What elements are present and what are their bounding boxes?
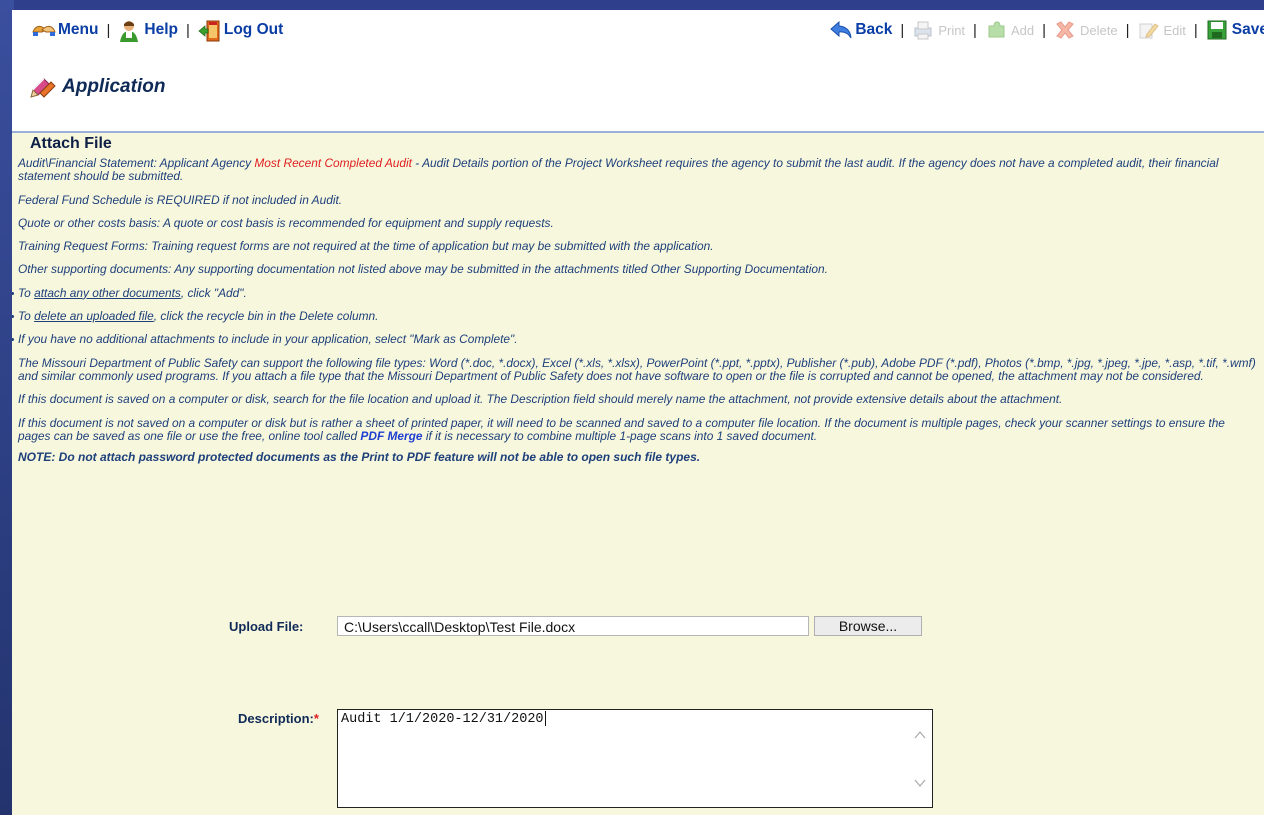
printer-icon <box>912 20 934 40</box>
exit-door-icon <box>198 20 220 42</box>
logout-label: Log Out <box>223 21 284 38</box>
print-label: Print <box>938 22 966 38</box>
audit-instruction: Audit\Financial Statement: Applicant Age… <box>18 156 1258 184</box>
other-docs-instruction: Other supporting documents: Any supporti… <box>18 262 828 277</box>
toolbar-separator: | <box>1042 21 1046 39</box>
upload-file-label: Upload File: <box>229 619 304 634</box>
toolbar: Menu | Help | Log Out Back | Print | Add… <box>12 10 1264 50</box>
toolbar-separator: | <box>185 21 190 39</box>
edit-pencil-icon <box>1137 20 1160 40</box>
delete-x-icon <box>1054 20 1076 40</box>
logout-button[interactable]: Log Out <box>198 20 284 42</box>
scan-instruction: If this document is not saved on a compu… <box>18 416 1258 444</box>
menu-button[interactable]: Menu <box>32 20 98 40</box>
bullet-delete-prefix: To <box>18 309 35 324</box>
bullet-add: To attach any other documents, click "Ad… <box>12 285 1258 300</box>
quote-instruction: Quote or other costs basis: A quote or c… <box>18 215 554 230</box>
help-person-icon <box>118 20 140 42</box>
toolbar-separator: | <box>1193 21 1198 39</box>
add-puzzle-icon <box>985 20 1007 40</box>
instructions: Audit\Financial Statement: Applicant Age… <box>12 156 1258 474</box>
save-floppy-icon <box>1206 20 1228 40</box>
toolbar-separator: | <box>973 21 977 39</box>
browse-button[interactable]: Browse... <box>814 616 922 636</box>
page-heading: Application <box>30 76 165 98</box>
file-types-instruction: The Missouri Department of Public Safety… <box>18 355 1256 383</box>
toolbar-separator: | <box>900 21 905 39</box>
back-label: Back <box>855 21 893 38</box>
audit-highlight-text: Most Recent Completed Audit <box>254 156 412 170</box>
toolbar-separator: | <box>1125 21 1130 39</box>
edit-label: Edit <box>1163 22 1186 38</box>
audit-prefix-text: Audit\Financial Statement: Applicant Age… <box>18 156 255 170</box>
print-button[interactable]: Print <box>912 20 965 40</box>
save-label: Save <box>1231 21 1264 38</box>
toolbar-right-group: Back | Print | Add | Delete | Edit | Sav… <box>829 20 1264 40</box>
training-instruction: Training Request Forms: Training request… <box>18 239 714 254</box>
back-arrow-icon <box>829 20 852 40</box>
description-label-group: Description:* <box>238 711 319 726</box>
password-note: NOTE: Do not attach password protected d… <box>18 450 701 465</box>
scroll-down-icon[interactable] <box>914 778 926 788</box>
pdf-merge-link[interactable]: PDF Merge <box>360 429 422 443</box>
help-label: Help <box>144 21 178 38</box>
page-title: Application <box>62 76 166 97</box>
scroll-up-icon[interactable] <box>914 730 926 740</box>
description-textarea[interactable]: Audit 1/1/2020-12/31/2020 <box>337 709 933 808</box>
required-marker: * <box>313 711 319 726</box>
help-button[interactable]: Help <box>118 20 178 42</box>
app-frame: Menu | Help | Log Out Back | Print | Add… <box>12 10 1264 815</box>
scan-suffix: if it is necessary to combine multiple 1… <box>422 428 818 443</box>
application-crayon-icon <box>30 76 56 98</box>
description-label: Description: <box>238 711 314 726</box>
description-value: Audit 1/1/2020-12/31/2020 <box>341 711 546 727</box>
upload-file-input[interactable]: C:\Users\ccall\Desktop\Test File.docx <box>337 616 809 636</box>
save-button[interactable]: Save <box>1206 20 1264 40</box>
bullet-complete: If you have no additional attachments to… <box>12 333 1258 346</box>
description-value-text: Audit 1/1/2020-12/31/2020 <box>341 712 544 728</box>
bullet-delete: To delete an uploaded file, click the re… <box>12 309 1258 324</box>
bullet-delete-suffix: , click the recycle bin in the Delete co… <box>153 309 379 324</box>
text-caret <box>544 711 546 726</box>
panel-title: Attach File <box>30 135 112 152</box>
edit-button[interactable]: Edit <box>1137 20 1186 40</box>
delete-button[interactable]: Delete <box>1054 20 1118 40</box>
delete-file-link[interactable]: delete an uploaded file <box>34 309 154 323</box>
bullet-add-prefix: To <box>18 285 35 300</box>
bullet-add-suffix: , click "Add". <box>180 285 247 300</box>
saved-doc-instruction: If this document is saved on a computer … <box>18 392 1063 407</box>
attach-docs-link[interactable]: attach any other documents <box>34 286 181 300</box>
delete-label: Delete <box>1080 22 1118 38</box>
add-button[interactable]: Add <box>985 20 1034 40</box>
add-label: Add <box>1010 22 1035 38</box>
federal-fund-instruction: Federal Fund Schedule is REQUIRED if not… <box>18 192 343 207</box>
toolbar-left-group: Menu | Help | Log Out <box>32 20 284 42</box>
back-button[interactable]: Back <box>829 20 892 40</box>
toolbar-separator: | <box>106 21 111 39</box>
menu-hands-icon <box>32 20 56 40</box>
menu-label: Menu <box>58 21 99 38</box>
